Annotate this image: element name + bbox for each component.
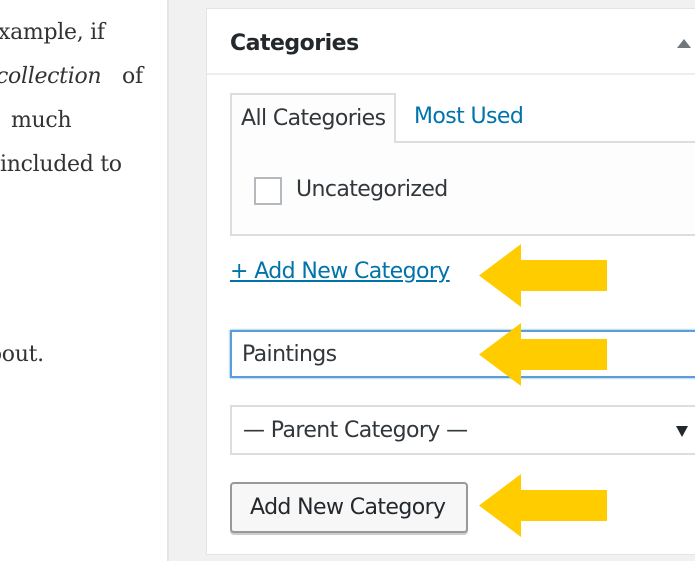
text-line: xample, if [0, 20, 105, 45]
add-new-category-button[interactable]: Add New Category [230, 482, 468, 533]
text-line-italic: collection [0, 64, 102, 89]
collapse-triangle-icon[interactable] [677, 39, 691, 48]
metabox-title: Categories [230, 31, 359, 56]
checkbox-uncategorized[interactable] [254, 177, 282, 205]
categories-metabox: Categories All Categories Most Used Unca… [206, 8, 695, 555]
text-line: included to [0, 152, 122, 177]
category-label[interactable]: Uncategorized [296, 177, 448, 202]
tab-most-used[interactable]: Most Used [414, 104, 524, 129]
text-line: much [11, 108, 72, 133]
text-line: of [122, 64, 143, 89]
arrow-left-icon [479, 244, 607, 307]
arrow-left-icon [479, 474, 607, 537]
add-new-category-link[interactable]: + Add New Category [230, 259, 450, 284]
text-line: bout. [0, 342, 44, 367]
arrow-left-icon [479, 323, 607, 386]
select-value: — Parent Category — [243, 418, 468, 443]
metabox-header[interactable]: Categories [207, 9, 695, 75]
parent-category-select[interactable]: — Parent Category — [230, 405, 695, 455]
new-category-input[interactable]: Paintings [230, 330, 695, 378]
dropdown-caret-icon [676, 426, 688, 437]
tab-all-categories[interactable]: All Categories [230, 93, 396, 143]
post-content: xample, if collection of much included t… [0, 0, 167, 561]
category-checklist: Uncategorized [230, 141, 695, 236]
